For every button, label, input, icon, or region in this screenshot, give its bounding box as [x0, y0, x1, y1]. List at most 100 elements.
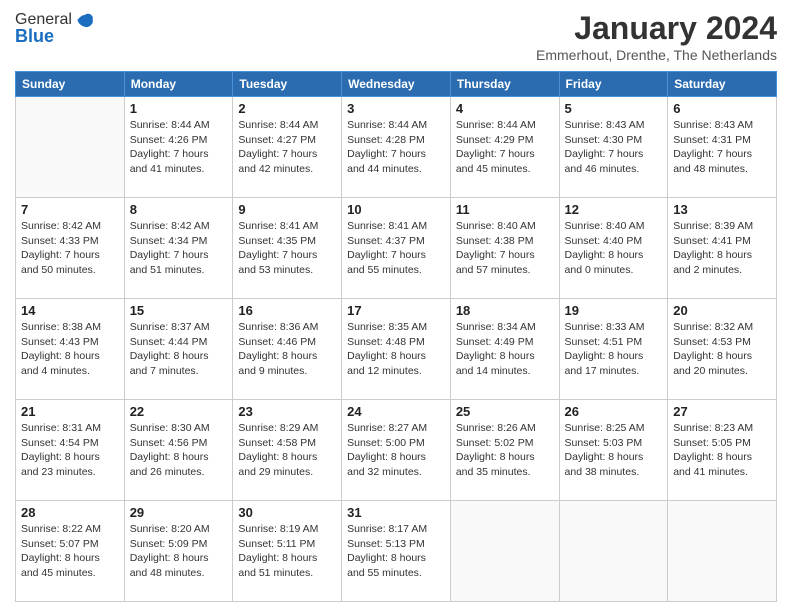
day-info: Sunrise: 8:41 AMSunset: 4:35 PMDaylight:… — [238, 219, 336, 278]
logo: General Blue — [15, 10, 94, 47]
calendar-cell: 4 Sunrise: 8:44 AMSunset: 4:29 PMDaylight… — [450, 97, 559, 198]
day-number: 26 — [565, 404, 663, 419]
day-info: Sunrise: 8:23 AMSunset: 5:05 PMDaylight:… — [673, 421, 771, 480]
day-info: Sunrise: 8:40 AMSunset: 4:38 PMDaylight:… — [456, 219, 554, 278]
day-number: 27 — [673, 404, 771, 419]
day-number: 20 — [673, 303, 771, 318]
day-number: 2 — [238, 101, 336, 116]
title-block: January 2024 Emmerhout, Drenthe, The Net… — [536, 10, 777, 63]
day-info: Sunrise: 8:36 AMSunset: 4:46 PMDaylight:… — [238, 320, 336, 379]
page: General Blue January 2024 Emmerhout, Dre… — [0, 0, 792, 612]
day-number: 10 — [347, 202, 445, 217]
calendar-cell: 12 Sunrise: 8:40 AMSunset: 4:40 PMDayligh… — [559, 198, 668, 299]
day-info: Sunrise: 8:34 AMSunset: 4:49 PMDaylight:… — [456, 320, 554, 379]
day-number: 19 — [565, 303, 663, 318]
day-info: Sunrise: 8:44 AMSunset: 4:27 PMDaylight:… — [238, 118, 336, 177]
day-number: 16 — [238, 303, 336, 318]
day-number: 22 — [130, 404, 228, 419]
day-number: 14 — [21, 303, 119, 318]
weekday-header: Monday — [124, 72, 233, 97]
calendar-cell — [668, 501, 777, 602]
day-info: Sunrise: 8:44 AMSunset: 4:28 PMDaylight:… — [347, 118, 445, 177]
day-info: Sunrise: 8:39 AMSunset: 4:41 PMDaylight:… — [673, 219, 771, 278]
day-info: Sunrise: 8:44 AMSunset: 4:26 PMDaylight:… — [130, 118, 228, 177]
calendar-cell: 7 Sunrise: 8:42 AMSunset: 4:33 PMDaylight… — [16, 198, 125, 299]
day-info: Sunrise: 8:31 AMSunset: 4:54 PMDaylight:… — [21, 421, 119, 480]
day-number: 28 — [21, 505, 119, 520]
calendar-cell: 30Sunrise: 8:19 AMSunset: 5:11 PMDayligh… — [233, 501, 342, 602]
calendar-cell: 13 Sunrise: 8:39 AMSunset: 4:41 PMDayligh… — [668, 198, 777, 299]
day-number: 8 — [130, 202, 228, 217]
calendar-cell: 23 Sunrise: 8:29 AMSunset: 4:58 PMDayligh… — [233, 400, 342, 501]
location: Emmerhout, Drenthe, The Netherlands — [536, 47, 777, 63]
day-number: 21 — [21, 404, 119, 419]
day-number: 17 — [347, 303, 445, 318]
calendar-cell — [16, 97, 125, 198]
day-number: 15 — [130, 303, 228, 318]
calendar-cell: 25 Sunrise: 8:26 AMSunset: 5:02 PMDayligh… — [450, 400, 559, 501]
calendar-cell: 18 Sunrise: 8:34 AMSunset: 4:49 PMDayligh… — [450, 299, 559, 400]
calendar-cell: 22 Sunrise: 8:30 AMSunset: 4:56 PMDayligh… — [124, 400, 233, 501]
day-number: 9 — [238, 202, 336, 217]
calendar-cell — [450, 501, 559, 602]
month-title: January 2024 — [536, 10, 777, 47]
calendar-week-row: 14 Sunrise: 8:38 AMSunset: 4:43 PMDayligh… — [16, 299, 777, 400]
calendar-cell: 16 Sunrise: 8:36 AMSunset: 4:46 PMDayligh… — [233, 299, 342, 400]
day-number: 23 — [238, 404, 336, 419]
calendar-cell: 8 Sunrise: 8:42 AMSunset: 4:34 PMDaylight… — [124, 198, 233, 299]
day-info: Sunrise: 8:37 AMSunset: 4:44 PMDaylight:… — [130, 320, 228, 379]
day-number: 6 — [673, 101, 771, 116]
calendar-cell: 6Sunrise: 8:43 AMSunset: 4:31 PMDaylight… — [668, 97, 777, 198]
day-info: Sunrise: 8:25 AMSunset: 5:03 PMDaylight:… — [565, 421, 663, 480]
calendar-cell: 14 Sunrise: 8:38 AMSunset: 4:43 PMDayligh… — [16, 299, 125, 400]
day-info: Sunrise: 8:32 AMSunset: 4:53 PMDaylight:… — [673, 320, 771, 379]
calendar-cell: 2 Sunrise: 8:44 AMSunset: 4:27 PMDaylight… — [233, 97, 342, 198]
day-info: Sunrise: 8:33 AMSunset: 4:51 PMDaylight:… — [565, 320, 663, 379]
day-number: 3 — [347, 101, 445, 116]
day-info: Sunrise: 8:27 AMSunset: 5:00 PMDaylight:… — [347, 421, 445, 480]
weekday-header: Sunday — [16, 72, 125, 97]
day-number: 5 — [565, 101, 663, 116]
day-info: Sunrise: 8:44 AMSunset: 4:29 PMDaylight:… — [456, 118, 554, 177]
calendar-cell: 3 Sunrise: 8:44 AMSunset: 4:28 PMDaylight… — [342, 97, 451, 198]
day-number: 24 — [347, 404, 445, 419]
day-number: 4 — [456, 101, 554, 116]
day-info: Sunrise: 8:42 AMSunset: 4:33 PMDaylight:… — [21, 219, 119, 278]
day-number: 13 — [673, 202, 771, 217]
calendar-cell: 15 Sunrise: 8:37 AMSunset: 4:44 PMDayligh… — [124, 299, 233, 400]
day-info: Sunrise: 8:38 AMSunset: 4:43 PMDaylight:… — [21, 320, 119, 379]
calendar-cell: 26 Sunrise: 8:25 AMSunset: 5:03 PMDayligh… — [559, 400, 668, 501]
weekday-header: Thursday — [450, 72, 559, 97]
day-info: Sunrise: 8:30 AMSunset: 4:56 PMDaylight:… — [130, 421, 228, 480]
day-info: Sunrise: 8:29 AMSunset: 4:58 PMDaylight:… — [238, 421, 336, 480]
calendar-cell: 10Sunrise: 8:41 AMSunset: 4:37 PMDayligh… — [342, 198, 451, 299]
weekday-header: Wednesday — [342, 72, 451, 97]
day-number: 11 — [456, 202, 554, 217]
calendar-cell: 21 Sunrise: 8:31 AMSunset: 4:54 PMDayligh… — [16, 400, 125, 501]
day-info: Sunrise: 8:43 AMSunset: 4:30 PMDaylight:… — [565, 118, 663, 177]
calendar-week-row: 21 Sunrise: 8:31 AMSunset: 4:54 PMDayligh… — [16, 400, 777, 501]
calendar-cell: 11 Sunrise: 8:40 AMSunset: 4:38 PMDayligh… — [450, 198, 559, 299]
calendar-cell: 1Sunrise: 8:44 AMSunset: 4:26 PMDaylight… — [124, 97, 233, 198]
calendar-cell: 9 Sunrise: 8:41 AMSunset: 4:35 PMDaylight… — [233, 198, 342, 299]
calendar-cell: 5 Sunrise: 8:43 AMSunset: 4:30 PMDaylight… — [559, 97, 668, 198]
logo-icon — [74, 10, 94, 30]
day-info: Sunrise: 8:17 AMSunset: 5:13 PMDaylight:… — [347, 522, 445, 581]
day-number: 25 — [456, 404, 554, 419]
calendar-cell: 29Sunrise: 8:20 AMSunset: 5:09 PMDayligh… — [124, 501, 233, 602]
day-info: Sunrise: 8:42 AMSunset: 4:34 PMDaylight:… — [130, 219, 228, 278]
calendar-cell: 28 Sunrise: 8:22 AMSunset: 5:07 PMDayligh… — [16, 501, 125, 602]
calendar-cell: 31Sunrise: 8:17 AMSunset: 5:13 PMDayligh… — [342, 501, 451, 602]
day-info: Sunrise: 8:20 AMSunset: 5:09 PMDaylight:… — [130, 522, 228, 581]
day-info: Sunrise: 8:19 AMSunset: 5:11 PMDaylight:… — [238, 522, 336, 581]
day-number: 12 — [565, 202, 663, 217]
day-number: 7 — [21, 202, 119, 217]
calendar-cell: 19 Sunrise: 8:33 AMSunset: 4:51 PMDayligh… — [559, 299, 668, 400]
day-info: Sunrise: 8:40 AMSunset: 4:40 PMDaylight:… — [565, 219, 663, 278]
day-info: Sunrise: 8:26 AMSunset: 5:02 PMDaylight:… — [456, 421, 554, 480]
calendar-cell: 17Sunrise: 8:35 AMSunset: 4:48 PMDayligh… — [342, 299, 451, 400]
day-number: 18 — [456, 303, 554, 318]
calendar-cell — [559, 501, 668, 602]
day-info: Sunrise: 8:22 AMSunset: 5:07 PMDaylight:… — [21, 522, 119, 581]
weekday-header: Saturday — [668, 72, 777, 97]
